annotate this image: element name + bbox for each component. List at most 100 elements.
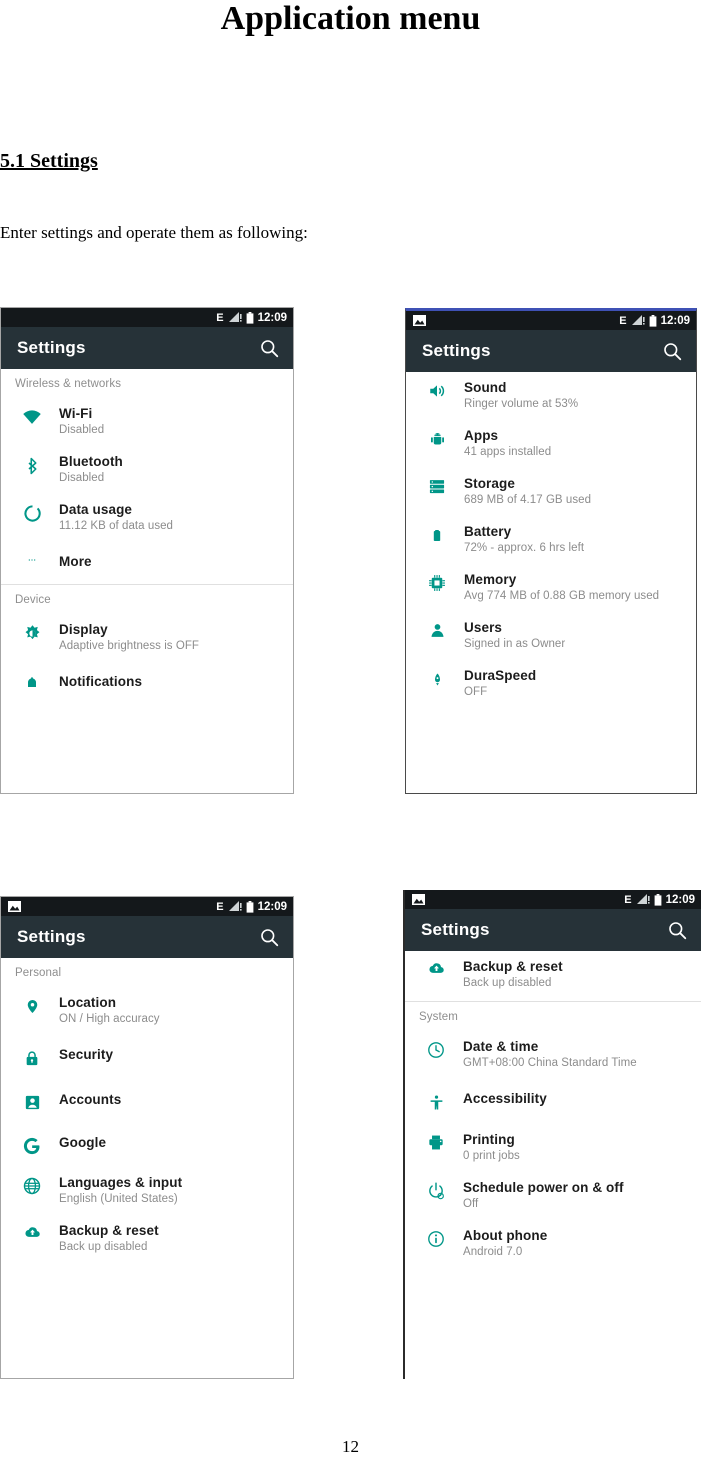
settings-row-title: Display (59, 622, 108, 637)
settings-row-title: More (59, 554, 92, 569)
settings-row-schedule-power-on-off[interactable]: Schedule power on & off Off (405, 1172, 701, 1220)
screenshot-settings-device: E 12:09 Settings Sound Ringer volume at 5… (405, 308, 697, 794)
battery-icon (246, 900, 254, 913)
settings-row-text: About phone Android 7.0 (453, 1228, 547, 1260)
signal-icon (228, 901, 242, 912)
more-icon (15, 554, 49, 564)
settings-row-text: Backup & reset Back up disabled (49, 1223, 159, 1255)
settings-row-title: Memory (464, 572, 517, 587)
settings-row-notifications[interactable]: Notifications (1, 662, 293, 706)
duraspeed-icon (420, 668, 454, 689)
status-bar-clock: 12:09 (665, 893, 695, 906)
settings-row-duraspeed[interactable]: DuraSpeed OFF (406, 660, 696, 708)
settings-row-backup-reset[interactable]: Backup & reset Back up disabled (1, 1215, 293, 1263)
google-icon (15, 1135, 49, 1155)
settings-row-text: Display Adaptive brightness is OFF (49, 622, 199, 654)
status-bar-system-icons: E 12:09 (624, 893, 695, 906)
search-icon[interactable] (668, 921, 687, 940)
settings-row-text: Wi-Fi Disabled (49, 406, 104, 438)
settings-row-subtitle: GMT+08:00 China Standard Time (463, 1057, 637, 1069)
settings-row-users[interactable]: Users Signed in as Owner (406, 612, 696, 660)
status-bar: E 12:09 (1, 897, 293, 916)
app-bar-title: Settings (421, 920, 490, 939)
settings-row-text: Battery 72% - approx. 6 hrs left (454, 524, 584, 556)
settings-row-backup-reset[interactable]: Backup & reset Back up disabled (405, 951, 701, 999)
settings-row-subtitle: Off (463, 1198, 479, 1210)
screenshot-icon (8, 901, 21, 912)
settings-row-text: Backup & reset Back up disabled (453, 959, 563, 991)
settings-row-title: Google (59, 1135, 107, 1150)
settings-row-subtitle: English (United States) (59, 1193, 178, 1205)
settings-row-text: Schedule power on & off Off (453, 1180, 624, 1212)
backup-icon (419, 959, 453, 976)
signal-icon (228, 312, 242, 323)
section-heading: 5.1 Settings (0, 150, 98, 172)
settings-row-title: Backup & reset (463, 959, 563, 974)
settings-row-storage[interactable]: Storage 689 MB of 4.17 GB used (406, 468, 696, 516)
settings-row-subtitle: Disabled (59, 424, 105, 436)
settings-row-accessibility[interactable]: Accessibility (405, 1079, 701, 1124)
settings-row-title: Data usage (59, 502, 133, 517)
settings-row-security[interactable]: Security (1, 1035, 293, 1080)
settings-row-subtitle: Back up disabled (463, 977, 552, 989)
search-icon[interactable] (663, 342, 682, 361)
settings-row-subtitle: Disabled (59, 472, 105, 484)
settings-row-text: More (49, 554, 92, 570)
edge-network-icon: E (216, 311, 224, 324)
settings-row-data-usage[interactable]: Data usage 11.12 KB of data used (1, 494, 293, 542)
settings-row-title: Battery (464, 524, 512, 539)
settings-row-subtitle: Android 7.0 (463, 1246, 523, 1258)
app-bar: Settings (405, 909, 701, 951)
settings-row-languages-input[interactable]: Languages & input English (United States) (1, 1167, 293, 1215)
search-icon[interactable] (260, 339, 279, 358)
status-bar-system-icons: E 12:09 (216, 900, 287, 913)
body-paragraph: Enter settings and operate them as follo… (0, 223, 308, 242)
screenshot-settings-personal: E 12:09 Settings Personal Location ON / Hi… (0, 896, 294, 1379)
settings-row-subtitle: Ringer volume at 53% (464, 398, 579, 410)
settings-row-date-time[interactable]: Date & time GMT+08:00 China Standard Time (405, 1031, 701, 1079)
notifications-icon (15, 674, 49, 694)
settings-row-about-phone[interactable]: About phone Android 7.0 (405, 1220, 701, 1268)
settings-row-text: Storage 689 MB of 4.17 GB used (454, 476, 591, 508)
settings-row-title: Location (59, 995, 117, 1010)
settings-row-title: Security (59, 1047, 114, 1062)
accessibility-icon (419, 1091, 453, 1112)
search-icon[interactable] (260, 928, 279, 947)
settings-row-accounts[interactable]: Accounts (1, 1080, 293, 1123)
settings-row-title: Notifications (59, 674, 143, 689)
bluetooth-icon (15, 454, 49, 476)
settings-row-text: Users Signed in as Owner (454, 620, 565, 652)
display-icon (15, 622, 49, 643)
settings-row-google[interactable]: Google (1, 1123, 293, 1167)
page-title: Application menu (220, 0, 481, 37)
settings-row-text: Data usage 11.12 KB of data used (49, 502, 173, 534)
settings-row-sound[interactable]: Sound Ringer volume at 53% (406, 372, 696, 420)
status-bar-clock: 12:09 (660, 314, 690, 327)
settings-row-apps[interactable]: Apps 41 apps installed (406, 420, 696, 468)
settings-row-subtitle: 41 apps installed (464, 446, 552, 458)
list-section-header: System (419, 1011, 458, 1023)
settings-row-bluetooth[interactable]: Bluetooth Disabled (1, 446, 293, 494)
backup-icon (15, 1223, 49, 1240)
sound-icon (420, 380, 454, 400)
settings-row-location[interactable]: Location ON / High accuracy (1, 987, 293, 1035)
list-section-header: Wireless & networks (15, 378, 122, 390)
status-bar-notifications (8, 901, 21, 912)
settings-row-display[interactable]: Display Adaptive brightness is OFF (1, 614, 293, 662)
settings-row-text: Accessibility (453, 1091, 547, 1107)
settings-row-text: Bluetooth Disabled (49, 454, 123, 486)
status-bar: E 12:09 (1, 308, 293, 327)
screenshot-icon (413, 315, 426, 326)
status-bar-system-icons: E 12:09 (216, 311, 287, 324)
settings-row-title: Accessibility (463, 1091, 547, 1106)
settings-row-printing[interactable]: Printing 0 print jobs (405, 1124, 701, 1172)
battery-icon (420, 524, 454, 545)
settings-row-more[interactable]: More (1, 542, 293, 582)
settings-row-wi-fi[interactable]: Wi-Fi Disabled (1, 398, 293, 446)
status-bar: E 12:09 (405, 890, 701, 909)
edge-network-icon: E (216, 900, 224, 913)
settings-row-title: Languages & input (59, 1175, 183, 1190)
settings-row-memory[interactable]: Memory Avg 774 MB of 0.88 GB memory used (406, 564, 696, 612)
settings-row-battery[interactable]: Battery 72% - approx. 6 hrs left (406, 516, 696, 564)
app-bar-title: Settings (422, 341, 491, 360)
